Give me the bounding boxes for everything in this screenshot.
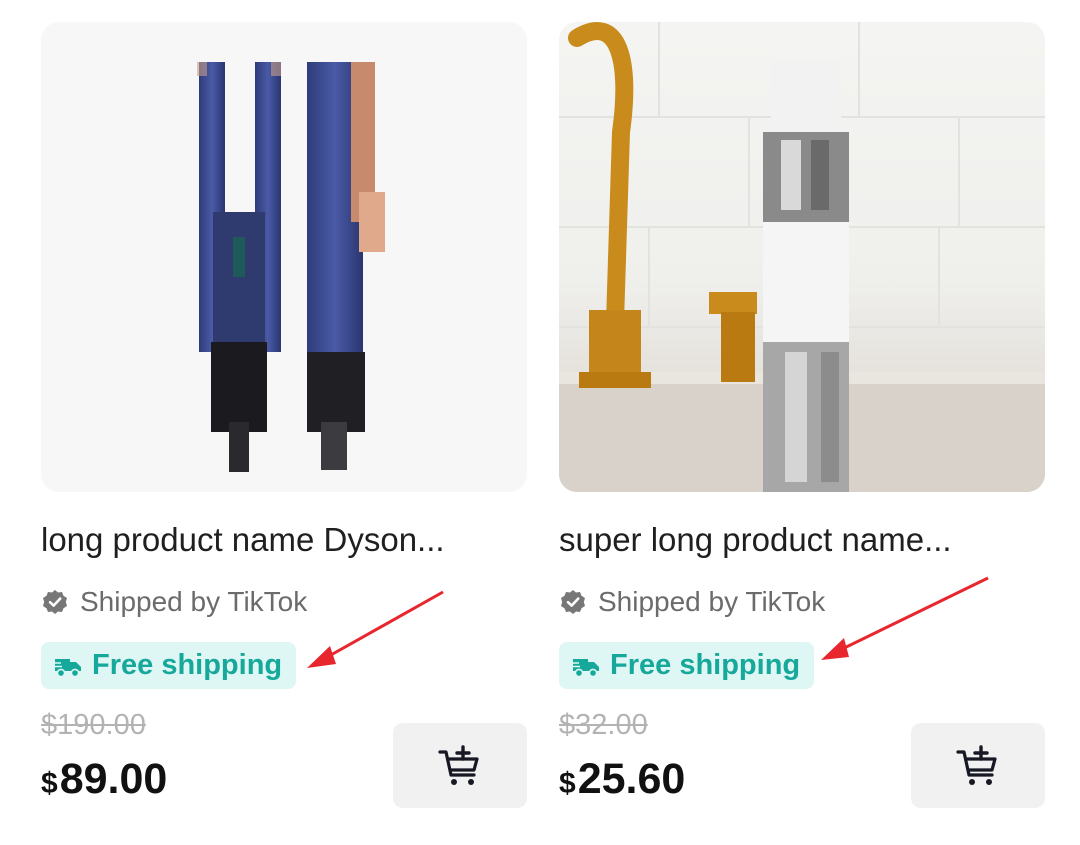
- add-to-cart-button[interactable]: [393, 723, 527, 808]
- shipped-by-label: Shipped by TikTok: [80, 586, 308, 617]
- sale-price: $ 89.00: [41, 755, 167, 804]
- sale-price: $ 25.60: [559, 755, 685, 804]
- verified-check-icon: [43, 590, 67, 614]
- product-image-1[interactable]: [41, 22, 527, 492]
- bottle-on-sink-photo: [559, 22, 1045, 492]
- add-to-cart-button[interactable]: [911, 723, 1045, 808]
- price-currency: $: [41, 767, 58, 800]
- free-shipping-label: Free shipping: [610, 649, 801, 681]
- add-to-cart-icon: [438, 744, 479, 785]
- add-to-cart-icon: [956, 744, 997, 785]
- product-image-2[interactable]: [559, 22, 1045, 492]
- product-name[interactable]: super long product name...: [559, 518, 1029, 562]
- free-shipping-badge: Free shipping: [559, 642, 815, 689]
- product-name[interactable]: long product name Dyson...: [41, 518, 511, 562]
- shipped-by-label: Shipped by TikTok: [598, 586, 826, 617]
- shipped-by-row: Shipped by TikTok: [559, 584, 825, 620]
- hair-straightener-photo: [197, 62, 385, 472]
- price-amount: 25.60: [577, 755, 686, 803]
- free-shipping-badge: Free shipping: [41, 642, 297, 689]
- price-amount: 89.00: [59, 755, 168, 803]
- free-shipping-label: Free shipping: [92, 649, 283, 681]
- product-card-2[interactable]: super long product name... Shipped by Ti…: [559, 22, 1045, 822]
- product-grid: long product name Dyson... Shipped by Ti…: [0, 0, 1080, 845]
- verified-check-icon: [561, 590, 585, 614]
- shipped-by-row: Shipped by TikTok: [41, 584, 307, 620]
- truck-icon: [571, 658, 599, 677]
- price-currency: $: [559, 767, 576, 800]
- original-price: $32.00: [559, 709, 648, 741]
- original-price: $190.00: [41, 709, 146, 741]
- product-card-1[interactable]: long product name Dyson... Shipped by Ti…: [41, 22, 527, 822]
- truck-icon: [53, 658, 81, 677]
